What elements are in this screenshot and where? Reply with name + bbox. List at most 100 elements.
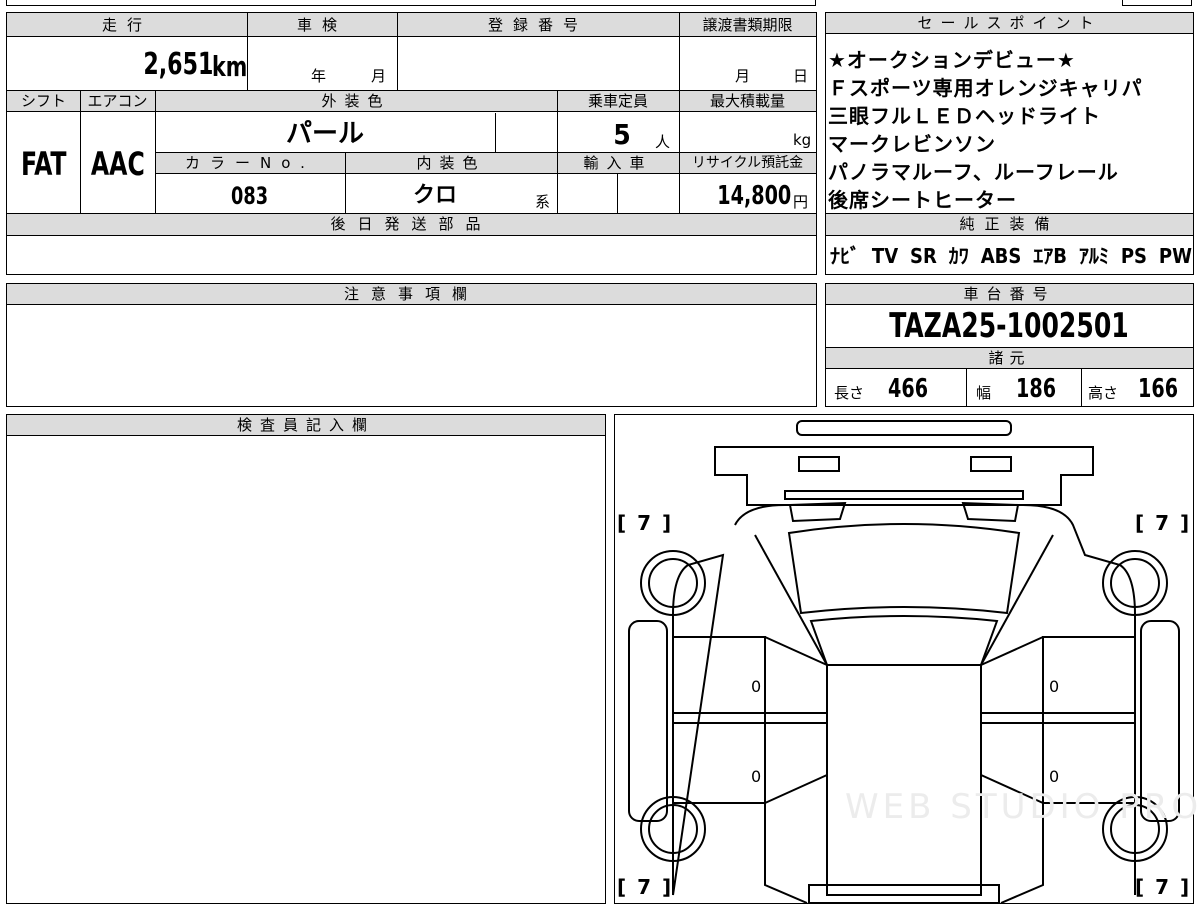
mileage-unit: km [212,50,248,83]
aircon-header: エアコン [80,91,155,111]
recycle-fee-header: リサイクル預託金 [679,153,816,173]
chassis-specs-box: 車台番号 TAZA25-1002501 諸元 長さ 466 幅 186 高さ 1… [825,283,1194,407]
length-value: 466 [888,374,929,404]
registration-header: 登録番号 [397,15,679,35]
equipment-header: 純正装備 [826,214,1193,234]
equipment-item-ps: PS [1120,244,1147,268]
equipment-item-alloy: ｱﾙﾐ [1078,244,1109,268]
equipment-item-tv: TV [871,244,899,268]
notes-header: 注意事項欄 [7,284,816,305]
equipment-list: ﾅﾋﾞ TV SR ｶﾜ ABS ｴｱB ｱﾙﾐ PS PW [830,241,1192,271]
sales-point-line: Ｆスポーツ専用オレンジキャリパ [828,76,1143,100]
sales-point-line: パノラマルーフ、ルーフレール [828,160,1119,184]
color-no-header: カラーNo. [155,153,345,173]
wiper-strip [784,490,1024,500]
shift-header: シフト [7,91,80,111]
interior-color-suffix: 系 [535,193,551,211]
exterior-color-value: パール [285,119,364,149]
hood [714,446,1094,506]
later-parts-header: 後日発送部品 [7,214,816,234]
equipment-item-abs: ABS [980,244,1022,268]
inspection-header: 車検 [247,15,397,35]
equipment-item-pw: PW [1158,244,1192,268]
front-light-left [798,456,840,472]
color-no-value: 083 [231,182,269,210]
tire-label-top-right: [ 7 ] [1135,511,1192,535]
rear-quarter-left [764,803,808,903]
width-value: 186 [1016,374,1057,404]
sales-point-line: ★オークションデビュー★ [828,48,1076,72]
divider [495,113,496,152]
roof [809,615,999,666]
transfer-day-label: 日 [793,67,809,85]
max-load-unit: kg [793,131,812,149]
top-strip-right [1122,0,1192,6]
divider [557,90,558,213]
chassis-number: TAZA25-1002501 [889,306,1130,346]
door-mark-front-left: 0 [751,677,762,696]
recycle-fee-unit: 円 [793,193,809,211]
equipment-item-sr: SR [910,244,937,268]
sales-point-line: マークレビンソン [828,132,996,156]
divider [1081,369,1082,407]
door-mark-rear-right: 0 [1049,767,1060,786]
sales-point-line: 三眼フルＬＥＤヘッドライト [828,104,1101,128]
divider [247,13,248,90]
inspection-year-label: 年 [311,67,327,85]
fender-left [628,620,668,822]
door-mark-front-right: 0 [1049,677,1060,696]
max-load-header: 最大積載量 [679,91,816,111]
tire-label-top-left: [ 7 ] [617,511,674,535]
inspection-month-label: 月 [371,67,387,85]
shift-value: FAT [20,145,67,183]
car-diagram [628,420,1180,903]
watermark: WEB STUDIO PRO [845,787,1200,827]
height-value: 166 [1138,374,1179,404]
chassis-header: 車台番号 [826,284,1193,305]
mileage-header: 走行 [7,15,247,35]
inspector-header: 検査員記入欄 [7,415,605,436]
interior-color-value: クロ [412,183,457,208]
import-header: 輸入車 [557,153,679,173]
interior-color-header: 内装色 [345,153,557,173]
mileage-value: 2,651 [142,47,213,82]
height-label: 高さ [1088,384,1119,402]
tire-label-bottom-left: [ 7 ] [617,875,674,899]
divider [679,13,680,213]
aircon-value: AAC [90,145,145,183]
capacity-header: 乗車定員 [557,91,679,111]
divider [345,152,346,213]
roof-panel [826,664,982,896]
front-bumper [796,420,1012,436]
divider [617,174,618,213]
front-light-right [970,456,1012,472]
divider [966,369,967,407]
tire-label-bottom-right: [ 7 ] [1135,875,1192,899]
body-outline [672,504,1136,896]
divider [397,13,398,90]
width-label: 幅 [976,384,992,402]
top-strip [6,0,816,6]
transfer-month-label: 月 [735,67,751,85]
sales-points-header: セールスポイント [826,13,1193,34]
door-rear-left [672,722,766,804]
divider [155,90,156,213]
capacity-unit: 人 [655,133,671,151]
specs-header: 諸元 [826,348,1193,368]
windshield [787,523,1021,615]
exterior-color-header: 外装色 [155,91,557,111]
car-diagram-box: [ 7 ] [ 7 ] [ 7 ] [ 7 ] 0 0 0 0 WEB STUD… [614,414,1198,904]
divider [80,90,81,213]
vehicle-info-table: 走行 車検 登録番号 譲渡書類期限 2,651 km 年 月 月 日 シフト エ… [6,12,817,275]
equipment-item-nav: ﾅﾋﾞ [830,244,860,268]
length-label: 長さ [834,384,865,402]
capacity-value: 5 [613,118,631,151]
recycle-fee-value: 14,800 [716,181,791,211]
sales-point-line: 後席シートヒーター [828,188,1017,212]
transfer-deadline-header: 譲渡書類期限 [679,15,816,35]
equipment-item-airbag: ｴｱB [1033,244,1067,268]
equipment-item-leather: ｶﾜ [948,244,969,268]
notes-box: 注意事項欄 [6,283,817,407]
door-mark-rear-left: 0 [751,767,762,786]
inspector-box: 検査員記入欄 [6,414,606,904]
